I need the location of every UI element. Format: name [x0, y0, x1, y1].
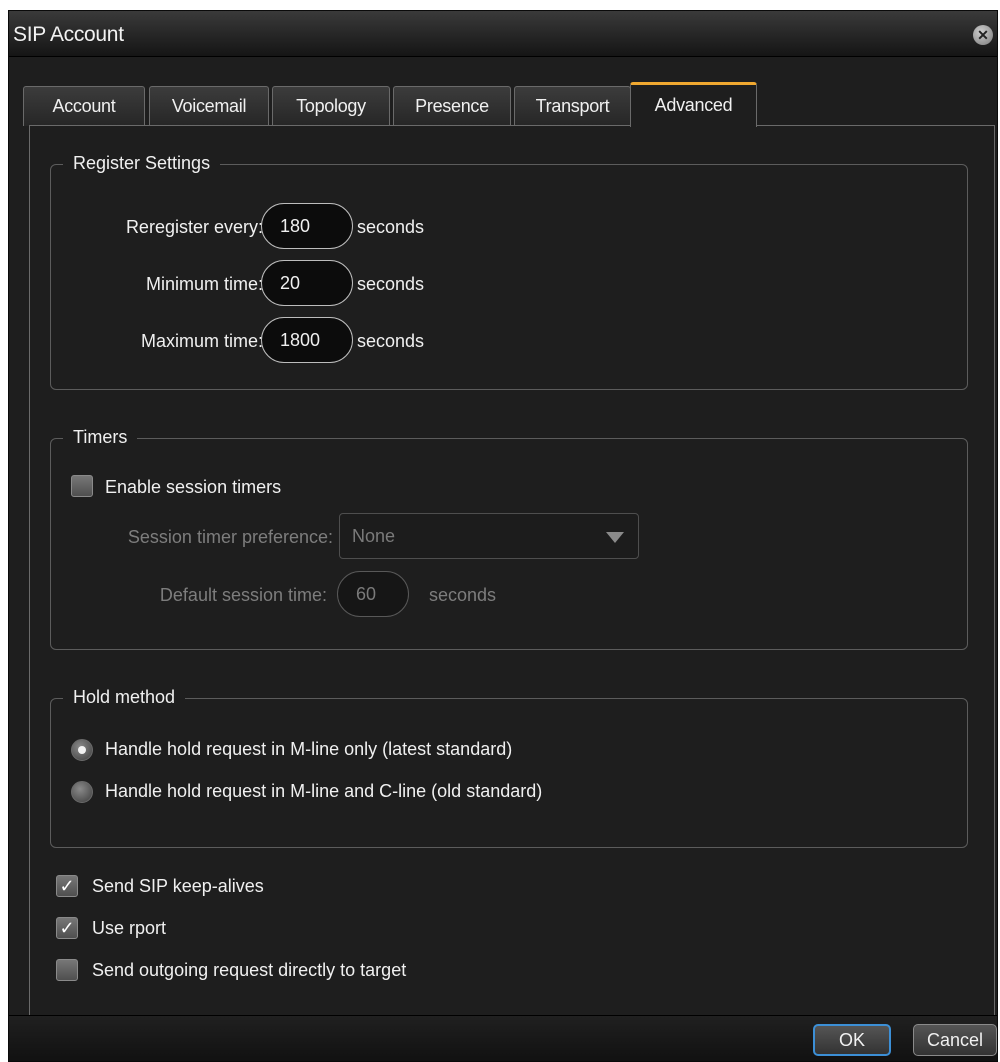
checkmark-icon: ✓ — [59, 876, 75, 896]
hold-m-c-line-radio[interactable] — [71, 781, 93, 803]
enable-session-timers-label: Enable session timers — [105, 477, 282, 497]
default-session-time-unit: seconds — [429, 585, 497, 605]
tab-topology[interactable]: Topology — [272, 86, 390, 126]
send-keep-alives-checkbox[interactable]: ✓ — [56, 875, 78, 897]
window-title: SIP Account — [13, 23, 124, 46]
checkmark-icon: ✓ — [59, 918, 75, 938]
minimum-time-label: Minimum time: — [145, 274, 263, 294]
send-direct-label: Send outgoing request directly to target — [92, 960, 407, 980]
hold-method-legend: Hold method — [63, 687, 186, 708]
hold-m-line-radio[interactable] — [71, 739, 93, 761]
register-settings-group: Register Settings Reregister every: 180 … — [50, 153, 968, 390]
hold-method-group: Hold method Handle hold request in M-lin… — [50, 687, 968, 848]
use-rport-checkbox[interactable]: ✓ — [56, 917, 78, 939]
timers-legend: Timers — [63, 427, 138, 448]
reregister-unit: seconds — [357, 217, 425, 237]
minimum-time-input[interactable]: 20 — [261, 260, 353, 306]
dialog-button-bar: OK Cancel — [9, 1015, 997, 1061]
register-settings-legend: Register Settings — [63, 153, 221, 174]
maximum-time-unit: seconds — [357, 331, 425, 351]
minimum-time-unit: seconds — [357, 274, 425, 294]
ok-button[interactable]: OK — [813, 1024, 891, 1056]
advanced-tab-panel: Register Settings Reregister every: 180 … — [29, 125, 995, 1025]
sip-account-dialog: SIP Account ✕ Account Voicemail Topology… — [8, 10, 998, 1062]
tab-transport[interactable]: Transport — [514, 86, 631, 126]
hold-m-line-label: Handle hold request in M-line only (late… — [105, 739, 513, 759]
default-session-time-label: Default session time: — [159, 585, 327, 605]
chevron-down-icon — [606, 532, 624, 543]
session-timer-preference-select[interactable]: None — [339, 513, 639, 559]
timers-group: Timers Enable session timers Session tim… — [50, 427, 968, 650]
close-icon[interactable]: ✕ — [973, 25, 993, 45]
title-bar[interactable]: SIP Account ✕ — [9, 11, 997, 57]
enable-session-timers-checkbox[interactable] — [71, 475, 93, 497]
default-session-time-input[interactable]: 60 — [337, 571, 409, 617]
cancel-button[interactable]: Cancel — [913, 1024, 997, 1056]
hold-m-c-line-label: Handle hold request in M-line and C-line… — [105, 781, 543, 801]
maximum-time-label: Maximum time: — [140, 331, 263, 351]
tab-advanced[interactable]: Advanced — [630, 82, 757, 127]
send-direct-checkbox[interactable] — [56, 959, 78, 981]
send-keep-alives-label: Send SIP keep-alives — [92, 876, 264, 896]
tab-voicemail[interactable]: Voicemail — [149, 86, 269, 126]
session-timer-preference-label: Session timer preference: — [127, 527, 333, 547]
tab-presence[interactable]: Presence — [393, 86, 511, 126]
reregister-label: Reregister every: — [125, 217, 263, 237]
use-rport-label: Use rport — [92, 918, 167, 938]
reregister-input[interactable]: 180 — [261, 203, 353, 249]
tab-account[interactable]: Account — [23, 86, 145, 126]
session-timer-preference-value: None — [352, 526, 396, 546]
maximum-time-input[interactable]: 1800 — [261, 317, 353, 363]
